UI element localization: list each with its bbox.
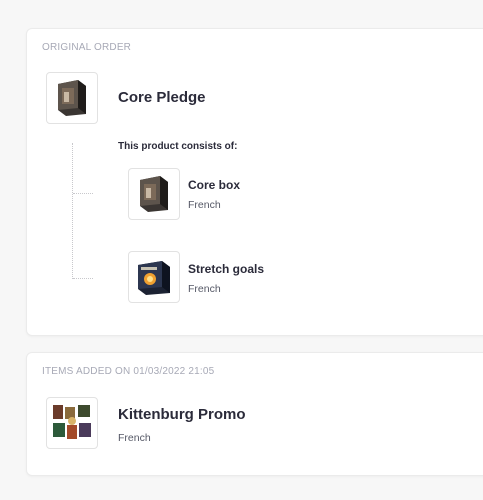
section-label-items-added: ITEMS ADDED ON 01/03/2022 21:05: [42, 366, 215, 377]
component-language-core-box: French: [188, 199, 221, 211]
product-box-icon: [58, 80, 86, 116]
product-box-icon: [140, 176, 168, 212]
component-title-stretch-goals: Stretch goals: [188, 262, 265, 276]
tree-connector-branch: [73, 193, 93, 194]
core-box-thumbnail: [128, 168, 180, 220]
kittenburg-promo-thumbnail: [46, 397, 98, 449]
core-pledge-thumbnail: [46, 72, 98, 124]
product-title-kittenburg-promo: Kittenburg Promo: [118, 406, 246, 423]
stretch-goals-thumbnail: [128, 251, 180, 303]
tree-connector-branch: [73, 278, 93, 279]
product-language-kittenburg-promo: French: [118, 432, 151, 444]
product-box-icon: [138, 261, 170, 295]
original-order-card: ORIGINAL ORDER Core Pledge This product …: [26, 28, 483, 336]
added-items-card: ITEMS ADDED ON 01/03/2022 21:05 Kittenbu…: [26, 352, 483, 476]
tree-connector-vertical: [72, 143, 73, 279]
component-language-stretch-goals: French: [188, 283, 221, 295]
promo-cards-icon: [53, 405, 91, 439]
component-title-core-box: Core box: [188, 178, 241, 192]
section-label-original-order: ORIGINAL ORDER: [42, 42, 132, 53]
product-title-core-pledge: Core Pledge: [118, 89, 206, 106]
consists-of-label: This product consists of:: [118, 141, 238, 152]
